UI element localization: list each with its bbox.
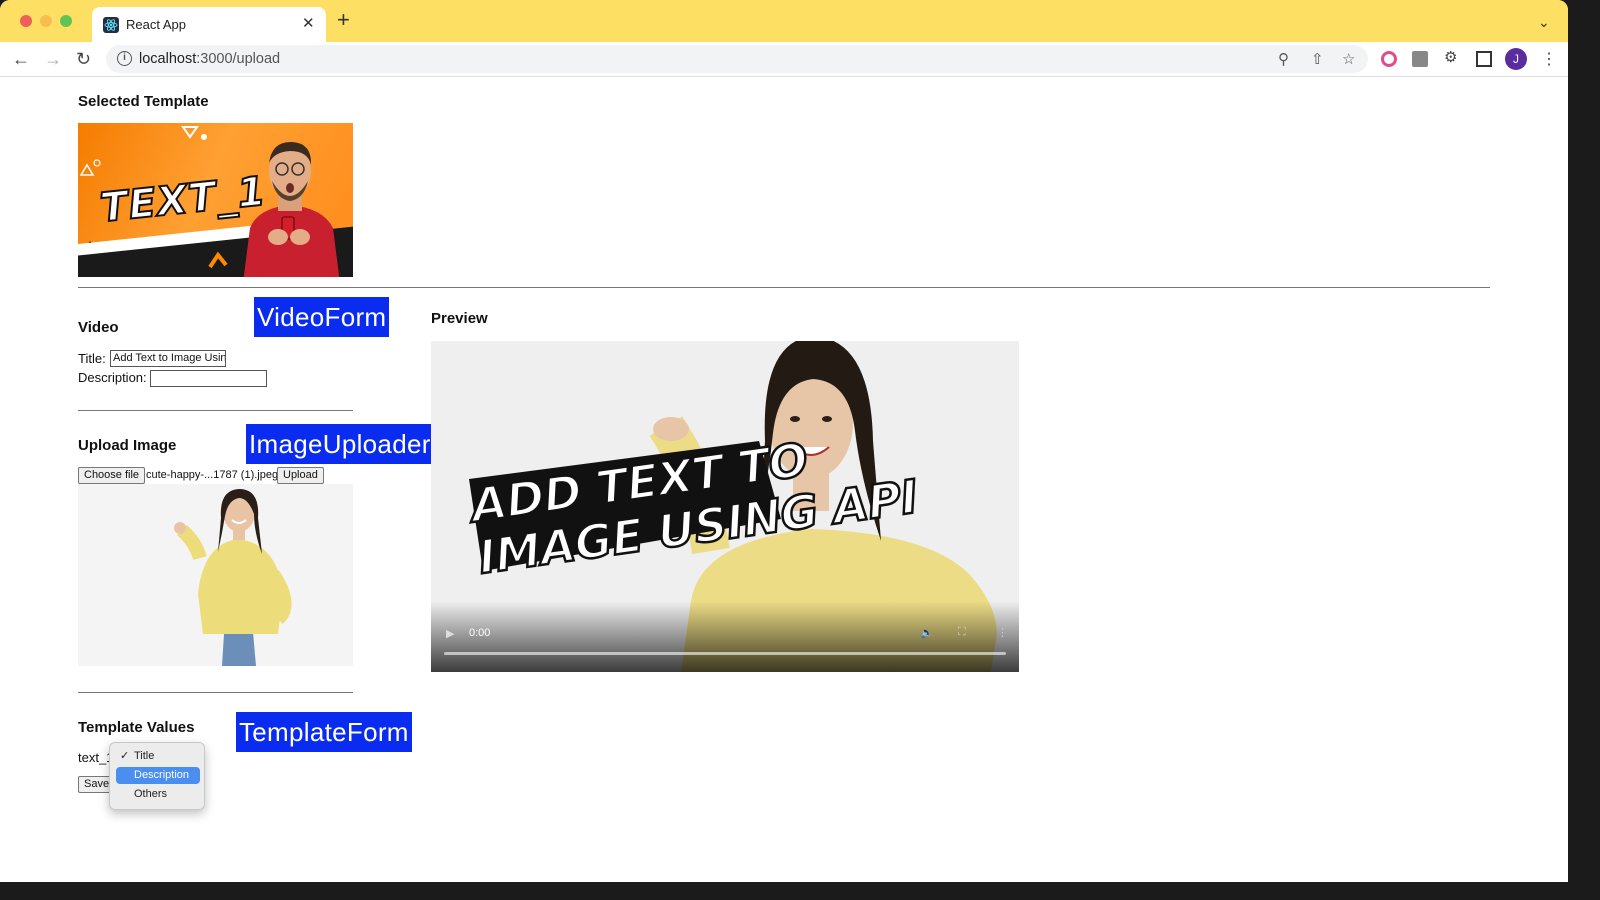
browser-window: React App ✕ + ⌄ ← → ↻ i localhost:3000/u… bbox=[0, 0, 1568, 882]
title-label: Title: bbox=[78, 351, 106, 366]
mute-icon[interactable]: 🔈 bbox=[920, 626, 934, 639]
preview-video-player[interactable]: ADD TEXT TO IMAGE USING API ▶ 0:00 🔈 ⛶ ⋮ bbox=[431, 341, 1019, 672]
play-icon[interactable]: ▶ bbox=[446, 627, 454, 640]
video-progress-bar[interactable] bbox=[444, 652, 1006, 655]
upload-image-heading: Upload Image bbox=[78, 437, 177, 454]
description-label: Description: bbox=[78, 370, 147, 385]
address-bar[interactable]: i localhost:3000/upload ⚲ ⇧ ☆ bbox=[106, 45, 1368, 73]
share-icon[interactable]: ⇧ bbox=[1311, 50, 1324, 68]
reload-icon[interactable]: ↻ bbox=[76, 49, 91, 69]
upload-button[interactable]: Upload bbox=[277, 467, 324, 484]
video-heading: Video bbox=[78, 319, 119, 336]
menu-kebab-icon[interactable]: ⋮ bbox=[1541, 49, 1557, 69]
text-1-select-dropdown[interactable]: ✓ Title Description Others bbox=[109, 742, 205, 810]
fullscreen-icon[interactable]: ⛶ bbox=[958, 626, 966, 639]
selected-file-name: cute-happy-...1787 (1).jpeg bbox=[146, 469, 279, 481]
browser-toolbar: ← → ↻ i localhost:3000/upload ⚲ ⇧ ☆ ⚙ J … bbox=[0, 42, 1568, 77]
templateform-annotation-label: TemplateForm bbox=[236, 712, 412, 752]
back-icon[interactable]: ← bbox=[12, 49, 30, 69]
url-host: localhost bbox=[139, 51, 197, 67]
tab-close-icon[interactable]: ✕ bbox=[302, 14, 315, 32]
option-title-label: Title bbox=[134, 750, 155, 762]
option-description[interactable]: Description bbox=[116, 767, 200, 784]
selected-template-thumbnail[interactable]: TEXT_1 bbox=[78, 123, 353, 277]
tab-search-chevron-icon[interactable]: ⌄ bbox=[1538, 14, 1550, 31]
zoom-icon[interactable]: ⚲ bbox=[1278, 50, 1289, 68]
video-time: 0:00 bbox=[469, 627, 491, 639]
color-extension-icon[interactable] bbox=[1381, 51, 1397, 67]
videoform-annotation-label: VideoForm bbox=[254, 297, 390, 337]
page-content: Selected Template TEXT_1 Video VideoForm… bbox=[0, 78, 1568, 882]
option-others-label: Others bbox=[134, 788, 168, 800]
selected-template-heading: Selected Template bbox=[78, 93, 209, 110]
description-input[interactable] bbox=[150, 370, 267, 387]
profile-avatar[interactable]: J bbox=[1505, 48, 1527, 70]
browser-tab[interactable]: React App ✕ bbox=[92, 7, 326, 42]
section-divider bbox=[78, 410, 353, 411]
uploaded-image-preview bbox=[78, 484, 353, 666]
site-info-icon[interactable]: i bbox=[117, 51, 132, 66]
imageuploader-annotation-label: ImageUploader bbox=[246, 424, 434, 464]
close-window-button[interactable] bbox=[20, 15, 32, 27]
title-input[interactable]: Add Text to Image Using API bbox=[110, 350, 226, 367]
preview-heading: Preview bbox=[431, 310, 488, 327]
option-title[interactable]: ✓ Title bbox=[116, 748, 200, 765]
url-text: localhost:3000/upload bbox=[139, 51, 280, 67]
tab-title: React App bbox=[126, 17, 186, 32]
option-description-label: Description bbox=[134, 769, 190, 781]
checkmark-icon: ✓ bbox=[120, 750, 130, 762]
minimize-window-button[interactable] bbox=[40, 15, 52, 27]
choose-file-button[interactable]: Choose file bbox=[78, 467, 146, 484]
template-values-heading: Template Values bbox=[78, 719, 195, 736]
og-extension-icon[interactable] bbox=[1412, 51, 1428, 67]
side-panel-icon[interactable] bbox=[1476, 51, 1492, 67]
option-others[interactable]: Others bbox=[116, 786, 200, 803]
extensions-puzzle-icon[interactable]: ⚙ bbox=[1444, 48, 1460, 66]
url-path: :3000/upload bbox=[196, 51, 281, 67]
video-menu-icon[interactable]: ⋮ bbox=[997, 626, 1008, 639]
new-tab-button[interactable]: + bbox=[337, 9, 350, 31]
react-favicon-icon bbox=[103, 17, 119, 33]
section-divider bbox=[78, 287, 1490, 288]
title-bar: React App ✕ + ⌄ bbox=[0, 0, 1568, 42]
zoom-window-button[interactable] bbox=[60, 15, 72, 27]
forward-icon[interactable]: → bbox=[44, 49, 62, 69]
bookmark-star-icon[interactable]: ☆ bbox=[1342, 50, 1355, 68]
section-divider bbox=[78, 692, 353, 693]
